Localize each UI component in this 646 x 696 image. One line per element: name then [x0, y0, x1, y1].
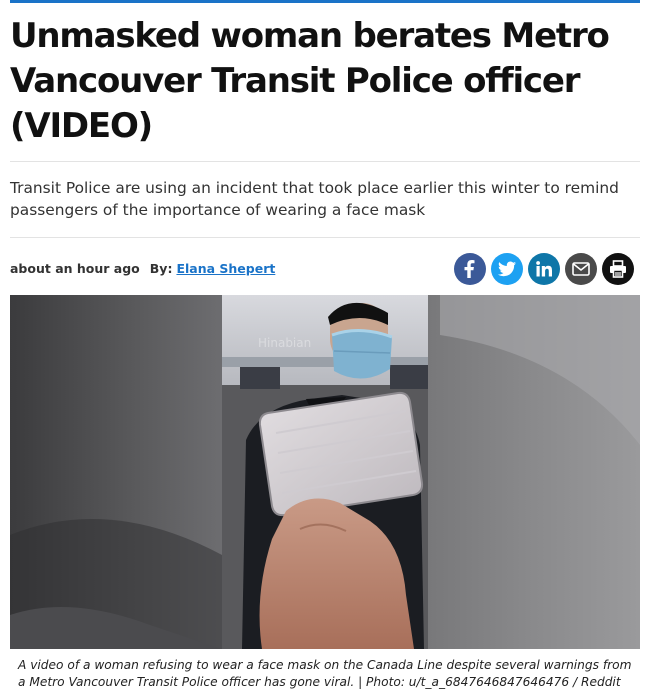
share-facebook-button[interactable]	[454, 253, 486, 285]
share-email-button[interactable]	[565, 253, 597, 285]
share-linkedin-button[interactable]	[528, 253, 560, 285]
divider	[10, 237, 640, 238]
facebook-icon	[464, 260, 475, 278]
article-headline: Unmasked woman berates Metro Vancouver T…	[10, 16, 610, 146]
article-dek: Transit Police are using an incident tha…	[10, 179, 619, 219]
email-icon	[572, 262, 590, 276]
top-accent-rule	[10, 0, 640, 3]
share-twitter-button[interactable]	[491, 253, 523, 285]
article-photo[interactable]: Hinabian	[10, 295, 640, 649]
byline: about an hour ago By: Elana Shepert	[10, 259, 275, 277]
timestamp: about an hour ago	[10, 260, 140, 276]
print-button[interactable]	[602, 253, 634, 285]
author-link[interactable]: Elana Shepert	[176, 261, 275, 276]
svg-text:Hinabian: Hinabian	[258, 336, 311, 350]
twitter-icon	[498, 261, 516, 277]
linkedin-icon	[536, 261, 552, 277]
photo-illustration: Hinabian	[10, 295, 640, 649]
divider	[10, 161, 640, 162]
photo-caption: A video of a woman refusing to wear a fa…	[18, 658, 632, 689]
photo-watermark: Hinabian	[258, 336, 311, 350]
byline-prefix: By:	[149, 260, 173, 276]
share-bar	[454, 253, 634, 285]
print-icon	[610, 260, 626, 278]
